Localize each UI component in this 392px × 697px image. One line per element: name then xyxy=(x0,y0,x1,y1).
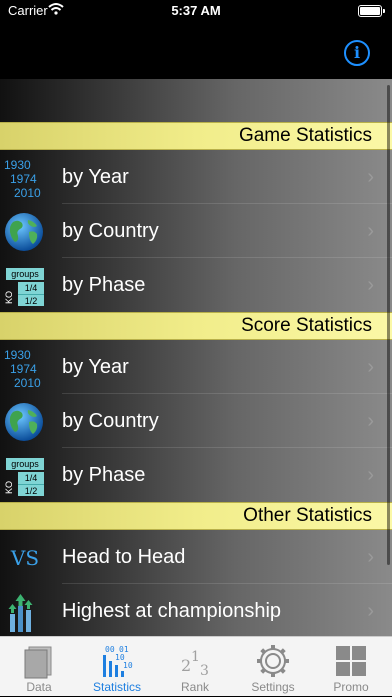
year-icon: 1930 1974 2010 xyxy=(4,158,41,200)
tab-label: Statistics xyxy=(92,680,141,694)
data-icon xyxy=(21,643,57,679)
battery-icon xyxy=(358,5,385,17)
row-label: Head to Head xyxy=(62,546,186,568)
tab-label: Rank xyxy=(180,680,209,694)
tab-settings[interactable]: Settings xyxy=(234,637,312,697)
tab-label: Data xyxy=(26,680,52,694)
tab-statistics[interactable]: 00 01 10 10 Statistics xyxy=(78,637,156,697)
tab-bar: Data 00 01 10 10 Statistics 2 1 3 Rank S… xyxy=(0,636,392,696)
svg-text:10: 10 xyxy=(123,661,133,670)
tab-label: Promo xyxy=(333,680,369,694)
chevron-right-icon: › xyxy=(367,166,374,188)
row-score-by-country[interactable]: by Country › xyxy=(0,394,392,448)
row-label: by Country xyxy=(62,220,159,242)
chevron-right-icon: › xyxy=(367,600,374,622)
chevron-right-icon: › xyxy=(367,274,374,296)
rank-icon: 2 1 3 xyxy=(177,643,213,679)
info-button[interactable]: i xyxy=(344,40,370,66)
tab-promo[interactable]: Promo xyxy=(312,637,390,697)
grid-icon xyxy=(333,643,369,679)
navigation-bar: i xyxy=(0,22,392,79)
chevron-right-icon: › xyxy=(367,356,374,378)
chevron-right-icon: › xyxy=(367,546,374,568)
row-label: by Phase xyxy=(62,464,146,486)
row-head-to-head[interactable]: VS Head to Head › xyxy=(0,530,392,584)
globe-icon xyxy=(4,212,46,252)
row-game-by-country[interactable]: by Country › xyxy=(0,204,392,258)
svg-text:1: 1 xyxy=(191,649,200,665)
tab-rank[interactable]: 2 1 3 Rank xyxy=(156,637,234,697)
row-score-by-phase[interactable]: groups KO 1/4 1/2 by Phase › xyxy=(0,448,392,502)
status-bar: Carrier 5:37 AM xyxy=(0,0,392,22)
row-game-by-year[interactable]: 1930 1974 2010 by Year › xyxy=(0,150,392,204)
info-icon: i xyxy=(353,43,361,62)
svg-text:3: 3 xyxy=(200,663,209,679)
row-label: by Year xyxy=(62,166,129,188)
section-header-score-statistics: Score Statistics xyxy=(0,312,392,340)
chevron-right-icon: › xyxy=(367,410,374,432)
row-highest-at-championship[interactable]: Highest at championship › xyxy=(0,584,392,636)
chevron-right-icon: › xyxy=(367,464,374,486)
chevron-right-icon: › xyxy=(367,220,374,242)
section-header-game-statistics: Game Statistics xyxy=(0,122,392,150)
section-header-other-statistics: Other Statistics xyxy=(0,502,392,530)
scroll-indicator[interactable] xyxy=(387,85,390,565)
row-game-by-phase[interactable]: groups KO 1/4 1/2 by Phase › xyxy=(0,258,392,312)
vs-icon: VS xyxy=(10,546,40,570)
row-label: by Year xyxy=(62,356,129,378)
phase-icon: groups KO 1/4 1/2 xyxy=(4,266,46,306)
year-icon: 1930 1974 2010 xyxy=(4,348,41,390)
globe-icon xyxy=(4,402,46,442)
svg-text:00: 00 xyxy=(105,645,115,654)
bar-arrows-icon xyxy=(4,592,46,632)
row-label: by Country xyxy=(62,410,159,432)
gear-icon xyxy=(255,643,291,679)
clock: 5:37 AM xyxy=(171,3,221,18)
row-label: Highest at championship xyxy=(62,600,282,622)
row-score-by-year[interactable]: 1930 1974 2010 by Year › xyxy=(0,340,392,394)
row-label: by Phase xyxy=(62,274,146,296)
tab-label: Settings xyxy=(251,680,295,694)
tab-data[interactable]: Data xyxy=(0,637,78,697)
statistics-list[interactable]: Game Statistics 1930 1974 2010 by Year ›… xyxy=(0,79,392,636)
svg-text:2: 2 xyxy=(181,656,191,675)
phase-icon: groups KO 1/4 1/2 xyxy=(4,456,46,496)
statistics-icon: 00 01 10 10 xyxy=(99,643,135,679)
